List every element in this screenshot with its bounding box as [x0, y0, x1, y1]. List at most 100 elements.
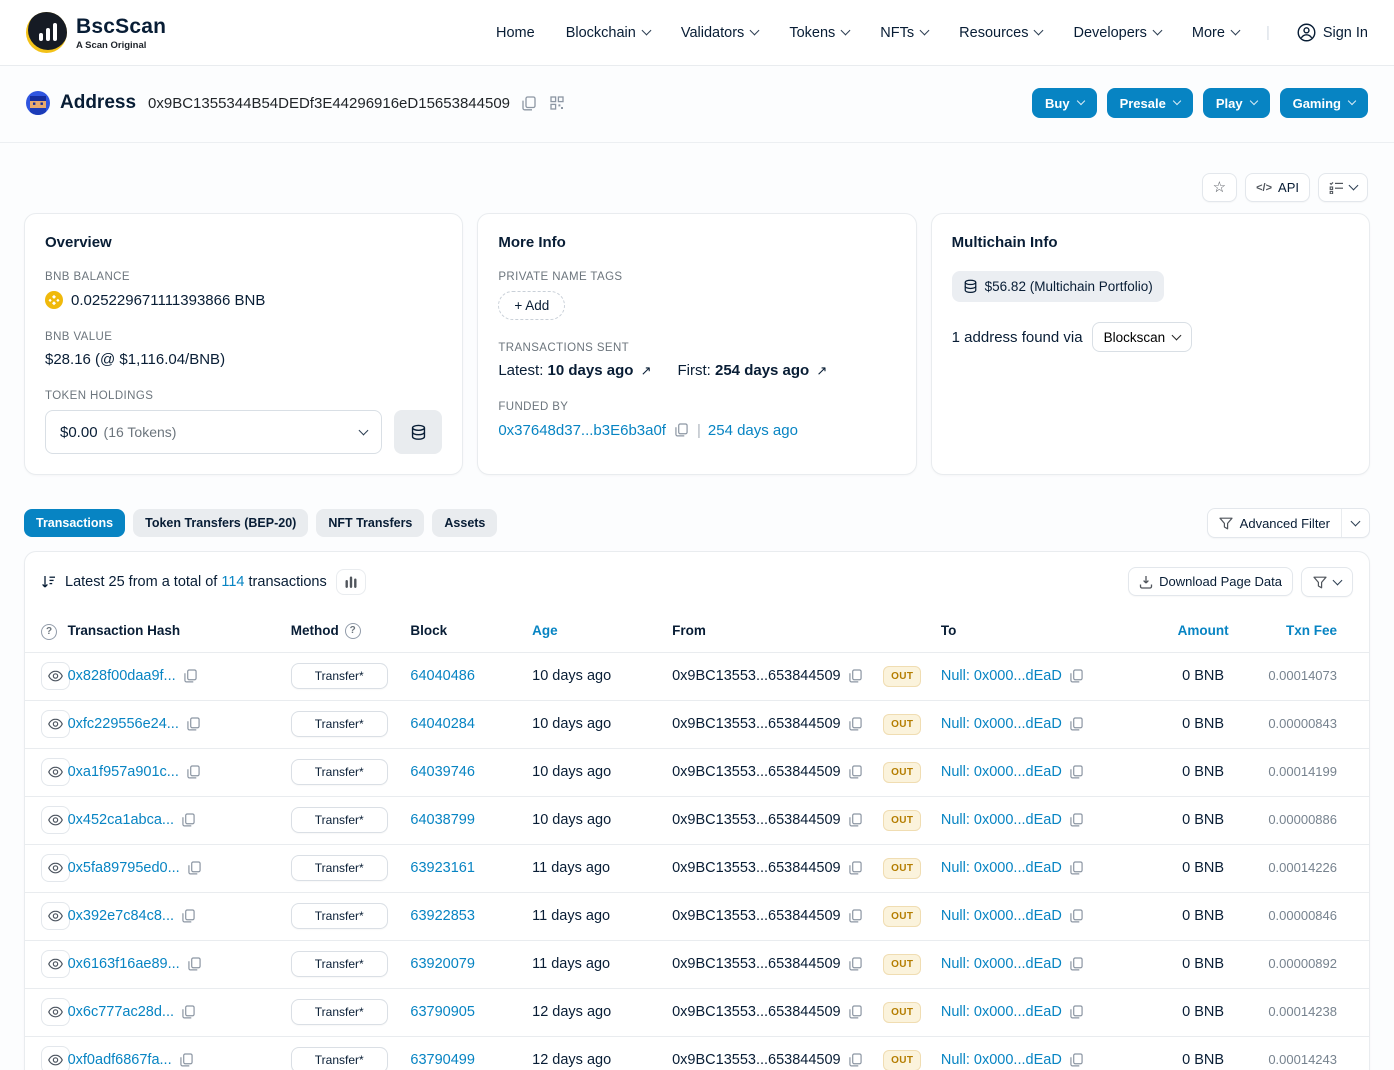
transaction-hash-link[interactable]: 0xf0adf6867fa...	[68, 1052, 172, 1068]
block-link[interactable]: 64040486	[410, 668, 475, 684]
to-address-link[interactable]: Null: 0x000...dEaD	[941, 908, 1062, 924]
to-address-link[interactable]: Null: 0x000...dEaD	[941, 668, 1062, 684]
block-link[interactable]: 64038799	[410, 812, 475, 828]
sign-in-button[interactable]: Sign In	[1297, 23, 1368, 42]
copy-icon[interactable]	[1068, 1051, 1085, 1069]
copy-icon[interactable]	[1068, 811, 1085, 829]
transaction-hash-link[interactable]: 0x452ca1abca...	[68, 812, 174, 828]
block-link[interactable]: 63790499	[410, 1052, 475, 1068]
copy-icon[interactable]	[847, 907, 864, 925]
nav-item[interactable]: Developers	[1074, 25, 1161, 41]
preview-transaction-button[interactable]	[41, 854, 70, 882]
to-address-link[interactable]: Null: 0x000...dEaD	[941, 860, 1062, 876]
tab[interactable]: NFT Transfers	[316, 509, 424, 537]
transaction-hash-link[interactable]: 0x5fa89795ed0...	[68, 860, 180, 876]
advanced-filter-caret[interactable]	[1341, 509, 1369, 537]
block-link[interactable]: 63922853	[410, 908, 475, 924]
copy-icon[interactable]	[1068, 955, 1085, 973]
block-link[interactable]: 63920079	[410, 956, 475, 972]
external-link-icon[interactable]: ↗	[641, 363, 652, 378]
method-badge[interactable]: Transfer*	[291, 807, 388, 833]
copy-icon[interactable]	[178, 1051, 195, 1069]
token-holdings-dropdown[interactable]: $0.00(16 Tokens)	[45, 410, 382, 454]
to-address-link[interactable]: Null: 0x000...dEaD	[941, 1052, 1062, 1068]
to-address-link[interactable]: Null: 0x000...dEaD	[941, 716, 1062, 732]
nav-item[interactable]: More	[1192, 25, 1239, 41]
promo-action-button[interactable]: Gaming	[1280, 88, 1368, 118]
transaction-hash-link[interactable]: 0x828f00daa9f...	[68, 668, 176, 684]
tab[interactable]: Token Transfers (BEP-20)	[133, 509, 308, 537]
help-icon[interactable]: ?	[345, 623, 361, 639]
copy-icon[interactable]	[1068, 1003, 1085, 1021]
method-badge[interactable]: Transfer*	[291, 951, 388, 977]
preview-transaction-button[interactable]	[41, 998, 70, 1026]
copy-icon[interactable]	[1068, 763, 1085, 781]
copy-icon[interactable]	[185, 715, 202, 733]
transaction-hash-link[interactable]: 0x392e7c84c8...	[68, 908, 174, 924]
method-badge[interactable]: Transfer*	[291, 999, 388, 1025]
to-address-link[interactable]: Null: 0x000...dEaD	[941, 812, 1062, 828]
copy-icon[interactable]	[180, 907, 197, 925]
promo-action-button[interactable]: Play	[1203, 88, 1270, 118]
funded-by-age-link[interactable]: 254 days ago	[708, 422, 798, 439]
method-badge[interactable]: Transfer*	[291, 855, 388, 881]
copy-icon[interactable]	[180, 1003, 197, 1021]
col-amount[interactable]: Amount	[1150, 612, 1257, 652]
block-link[interactable]: 64039746	[410, 764, 475, 780]
preview-transaction-button[interactable]	[41, 758, 70, 786]
method-badge[interactable]: Transfer*	[291, 1047, 388, 1070]
method-badge[interactable]: Transfer*	[291, 663, 388, 689]
bscscan-logo[interactable]: BscScan A Scan Original	[26, 12, 166, 53]
api-button[interactable]: </> API	[1245, 173, 1310, 202]
copy-icon[interactable]	[182, 667, 199, 685]
promo-action-button[interactable]: Presale	[1107, 88, 1193, 118]
copy-icon[interactable]	[1068, 715, 1085, 733]
col-age[interactable]: Age	[532, 612, 672, 652]
method-badge[interactable]: Transfer*	[291, 711, 388, 737]
tab[interactable]: Transactions	[24, 509, 125, 537]
preview-transaction-button[interactable]	[41, 950, 70, 978]
nav-item[interactable]: NFTs	[880, 25, 928, 41]
copy-address-icon[interactable]	[520, 94, 538, 113]
wallet-button[interactable]	[394, 410, 442, 454]
copy-icon[interactable]	[847, 1051, 864, 1069]
qr-code-icon[interactable]	[548, 94, 566, 112]
copy-icon[interactable]	[847, 955, 864, 973]
analytics-button[interactable]	[336, 569, 366, 595]
preview-transaction-button[interactable]	[41, 806, 70, 834]
to-address-link[interactable]: Null: 0x000...dEaD	[941, 1004, 1062, 1020]
copy-icon[interactable]	[847, 811, 864, 829]
method-badge[interactable]: Transfer*	[291, 903, 388, 929]
preview-transaction-button[interactable]	[41, 662, 70, 690]
tab[interactable]: Assets	[432, 509, 497, 537]
copy-icon[interactable]	[1068, 667, 1085, 685]
favorite-button[interactable]: ☆	[1202, 173, 1237, 202]
preview-transaction-button[interactable]	[41, 710, 70, 738]
total-transactions-link[interactable]: 114	[221, 574, 244, 590]
multichain-portfolio-badge[interactable]: $56.82 (Multichain Portfolio)	[952, 271, 1164, 302]
copy-icon[interactable]	[185, 763, 202, 781]
col-txn-fee[interactable]: Txn Fee	[1256, 612, 1369, 652]
to-address-link[interactable]: Null: 0x000...dEaD	[941, 764, 1062, 780]
copy-icon[interactable]	[1068, 907, 1085, 925]
copy-icon[interactable]	[847, 715, 864, 733]
copy-icon[interactable]	[847, 667, 864, 685]
help-icon[interactable]: ?	[41, 624, 57, 640]
block-link[interactable]: 64040284	[410, 716, 475, 732]
block-link[interactable]: 63923161	[410, 860, 475, 876]
copy-icon[interactable]	[186, 955, 203, 973]
options-menu-button[interactable]	[1318, 173, 1368, 202]
nav-item[interactable]: Blockchain	[566, 25, 650, 41]
nav-item[interactable]: Home	[496, 25, 535, 41]
preview-transaction-button[interactable]	[41, 1046, 70, 1070]
transaction-hash-link[interactable]: 0x6c777ac28d...	[68, 1004, 174, 1020]
copy-icon[interactable]	[1068, 859, 1085, 877]
copy-icon[interactable]	[847, 763, 864, 781]
block-link[interactable]: 63790905	[410, 1004, 475, 1020]
method-badge[interactable]: Transfer*	[291, 759, 388, 785]
copy-icon[interactable]	[847, 859, 864, 877]
blockscan-dropdown[interactable]: Blockscan	[1092, 322, 1193, 352]
copy-icon[interactable]	[847, 1003, 864, 1021]
external-link-icon[interactable]: ↗	[816, 363, 827, 378]
transaction-hash-link[interactable]: 0xfc229556e24...	[68, 716, 179, 732]
